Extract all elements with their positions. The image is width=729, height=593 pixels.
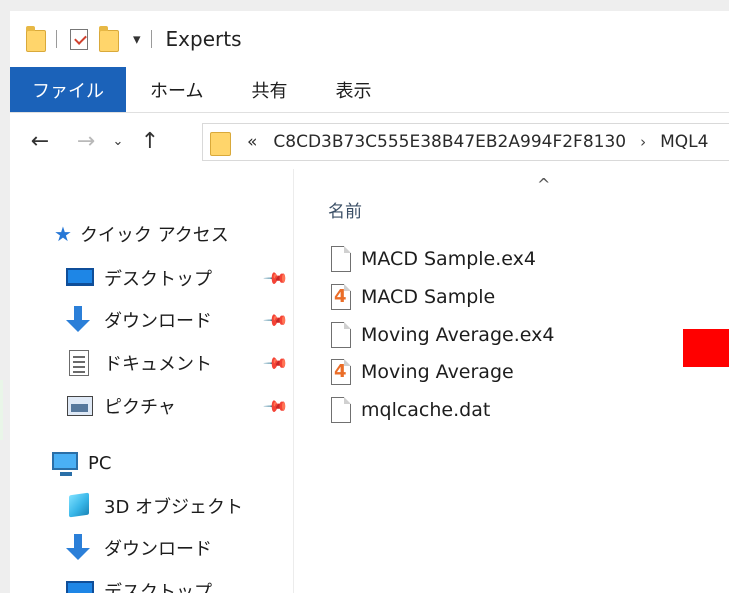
file-row[interactable]: Moving Average.ex4 <box>331 319 554 351</box>
mql4-file-icon: 4 <box>331 284 351 310</box>
toolbar-separator <box>56 30 57 48</box>
star-icon: ★ <box>54 222 72 246</box>
back-arrow-icon[interactable]: ← <box>22 129 58 154</box>
customize-dropdown-icon[interactable]: ▾ <box>133 30 141 48</box>
file-name: MACD Sample <box>361 286 496 308</box>
path-segment-mql4[interactable]: MQL4 <box>660 132 708 152</box>
pin-icon[interactable]: 📌 <box>262 393 290 421</box>
file-row[interactable]: MACD Sample.ex4 <box>331 243 536 275</box>
documents-icon <box>64 349 94 377</box>
title-separator <box>150 30 152 48</box>
sidebar-item-pc-downloads[interactable]: ダウンロード <box>64 531 212 565</box>
desktop-icon <box>64 577 94 593</box>
new-folder-icon[interactable] <box>97 26 121 52</box>
left-edge-strip <box>0 380 3 440</box>
pin-icon[interactable]: 📌 <box>262 265 290 293</box>
navigation-pane: ★ クイック アクセス デスクトップ 📌 ダウンロード 📌 ドキュメント 📌 ピ… <box>10 169 294 593</box>
file-name: Moving Average <box>361 361 514 383</box>
up-arrow-icon[interactable]: ↑ <box>132 129 168 154</box>
ribbon: ファイル ホーム 共有 表示 <box>10 67 729 113</box>
file-icon <box>331 246 351 272</box>
tab-view[interactable]: 表示 <box>311 67 395 112</box>
file-row[interactable]: 4 Moving Average <box>331 356 514 388</box>
red-highlight-block <box>683 329 729 367</box>
tab-home[interactable]: ホーム <box>126 67 227 112</box>
sidebar-item-pc-desktop[interactable]: デスクトップ <box>64 574 212 593</box>
download-icon <box>64 306 94 334</box>
sidebar-item-quick-access[interactable]: ★ クイック アクセス <box>54 217 229 251</box>
file-list-pane: ^ 名前 MACD Sample.ex4 4 MACD Sample Movin… <box>295 169 729 593</box>
mql4-file-icon: 4 <box>331 359 351 385</box>
title-bar: ▾ Experts <box>10 11 729 67</box>
address-bar[interactable]: « C8CD3B73C555E38B47EB2A994F2F8130 › MQL… <box>202 123 729 161</box>
pictures-icon <box>64 392 94 420</box>
file-name: MACD Sample.ex4 <box>361 248 536 270</box>
window-title: Experts <box>165 27 242 51</box>
sidebar-item-downloads[interactable]: ダウンロード <box>64 303 212 337</box>
file-icon <box>331 322 351 348</box>
folder-icon <box>209 127 233 157</box>
pc-icon <box>50 449 80 477</box>
file-name: Moving Average.ex4 <box>361 324 555 346</box>
sort-ascending-icon[interactable]: ^ <box>537 175 550 194</box>
folder-icon[interactable] <box>24 26 48 52</box>
file-row[interactable]: 4 MACD Sample <box>331 281 495 313</box>
path-chevron-icon[interactable]: › <box>640 133 646 151</box>
tab-share[interactable]: 共有 <box>227 67 311 112</box>
sidebar-item-pictures[interactable]: ピクチャ <box>64 389 176 423</box>
navigation-bar: ← → ⌄ ↑ « C8CD3B73C555E38B47EB2A994F2F81… <box>10 113 729 169</box>
path-segment-folder[interactable]: C8CD3B73C555E38B47EB2A994F2F8130 <box>273 132 626 152</box>
recent-locations-chevron-icon[interactable]: ⌄ <box>104 134 132 149</box>
path-overflow-icon[interactable]: « <box>247 132 257 152</box>
tab-file[interactable]: ファイル <box>10 67 126 112</box>
sidebar-item-pc[interactable]: PC <box>50 446 111 480</box>
explorer-window: ▾ Experts ファイル ホーム 共有 表示 ← → ⌄ ↑ « C8CD3… <box>10 11 729 593</box>
file-row[interactable]: mqlcache.dat <box>331 394 490 426</box>
pin-icon[interactable]: 📌 <box>262 307 290 335</box>
desktop-icon <box>64 264 94 292</box>
sidebar-item-desktop[interactable]: デスクトップ <box>64 261 212 295</box>
file-name: mqlcache.dat <box>361 399 491 421</box>
column-header-name[interactable]: 名前 <box>328 197 362 222</box>
properties-icon[interactable] <box>67 26 91 52</box>
pin-icon[interactable]: 📌 <box>262 350 290 378</box>
3d-objects-icon <box>64 492 94 520</box>
sidebar-item-3d-objects[interactable]: 3D オブジェクト <box>64 489 243 523</box>
file-icon <box>331 397 351 423</box>
download-icon <box>64 534 94 562</box>
sidebar-item-documents[interactable]: ドキュメント <box>64 346 212 380</box>
forward-arrow-icon[interactable]: → <box>68 129 104 154</box>
